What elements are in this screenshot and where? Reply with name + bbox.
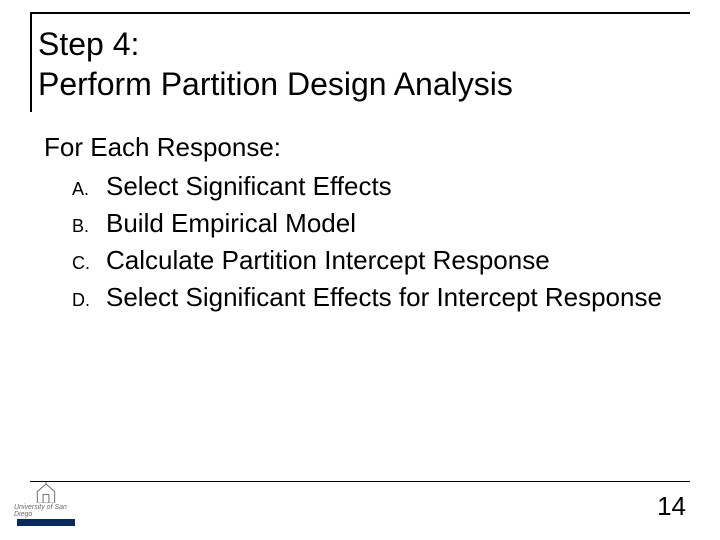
slide-title-line2: Perform Partition Design Analysis bbox=[38, 64, 690, 104]
list-text: Calculate Partition Intercept Response bbox=[106, 243, 682, 278]
list-item: A. Select Significant Effects bbox=[72, 169, 682, 204]
list-text: Select Significant Effects for Intercept… bbox=[106, 280, 682, 315]
slide-title-line1: Step 4: bbox=[38, 24, 690, 64]
body-lead: For Each Response: bbox=[44, 130, 682, 165]
church-icon bbox=[33, 482, 59, 503]
logo-bar bbox=[17, 519, 75, 526]
list-text: Build Empirical Model bbox=[106, 206, 682, 241]
list-item: D. Select Significant Effects for Interc… bbox=[72, 280, 682, 315]
university-logo: University of San Diego bbox=[14, 482, 78, 526]
step-list: A. Select Significant Effects B. Build E… bbox=[72, 169, 682, 315]
list-text: Select Significant Effects bbox=[106, 169, 682, 204]
list-marker: C. bbox=[72, 251, 106, 275]
footer-rule bbox=[30, 481, 690, 482]
slide-body: For Each Response: A. Select Significant… bbox=[30, 126, 690, 315]
list-marker: B. bbox=[72, 214, 106, 238]
list-marker: D. bbox=[72, 288, 106, 312]
list-item: B. Build Empirical Model bbox=[72, 206, 682, 241]
list-item: C. Calculate Partition Intercept Respons… bbox=[72, 243, 682, 278]
logo-text: University of San Diego bbox=[14, 504, 78, 518]
page-number: 14 bbox=[657, 491, 686, 522]
list-marker: A. bbox=[72, 177, 106, 201]
slide: Step 4: Perform Partition Design Analysi… bbox=[0, 0, 720, 540]
slide-title-box: Step 4: Perform Partition Design Analysi… bbox=[30, 12, 690, 112]
